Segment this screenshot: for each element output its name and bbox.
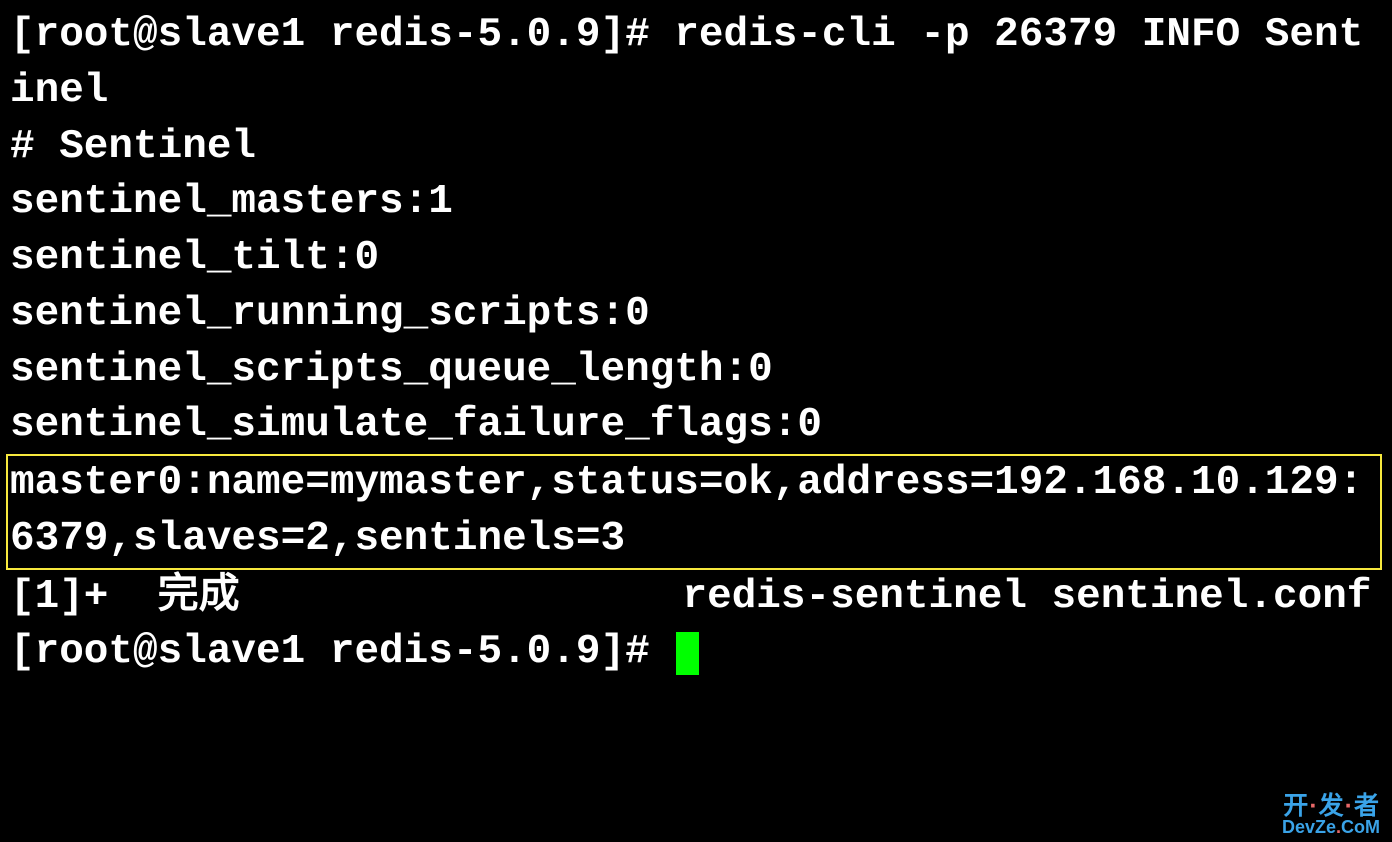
output-sentinel-masters: sentinel_masters:1: [10, 175, 1382, 231]
output-running-scripts: sentinel_running_scripts:0: [10, 287, 1382, 343]
output-master0-highlighted: master0:name=mymaster,status=ok,address=…: [6, 454, 1382, 570]
terminal-line-prompt[interactable]: [root@slave1 redis-5.0.9]#: [10, 625, 1382, 681]
cursor-icon: [676, 632, 699, 675]
shell-prompt-2: [root@slave1 redis-5.0.9]#: [10, 629, 674, 675]
terminal-line-command[interactable]: [root@slave1 redis-5.0.9]# redis-cli -p …: [10, 8, 1382, 120]
watermark-bottom: DevZe.CoM: [1282, 819, 1380, 836]
watermark-top: 开·发·者: [1282, 795, 1380, 819]
watermark: 开·发·者 DevZe.CoM: [1282, 795, 1380, 836]
output-sentinel-tilt: sentinel_tilt:0: [10, 231, 1382, 287]
output-header: # Sentinel: [10, 120, 1382, 176]
job-done-line: [1]+ 完成 redis-sentinel sentinel.conf: [10, 570, 1382, 626]
shell-prompt: [root@slave1 redis-5.0.9]#: [10, 12, 674, 58]
output-failure-flags: sentinel_simulate_failure_flags:0: [10, 398, 1382, 454]
output-scripts-queue: sentinel_scripts_queue_length:0: [10, 343, 1382, 399]
